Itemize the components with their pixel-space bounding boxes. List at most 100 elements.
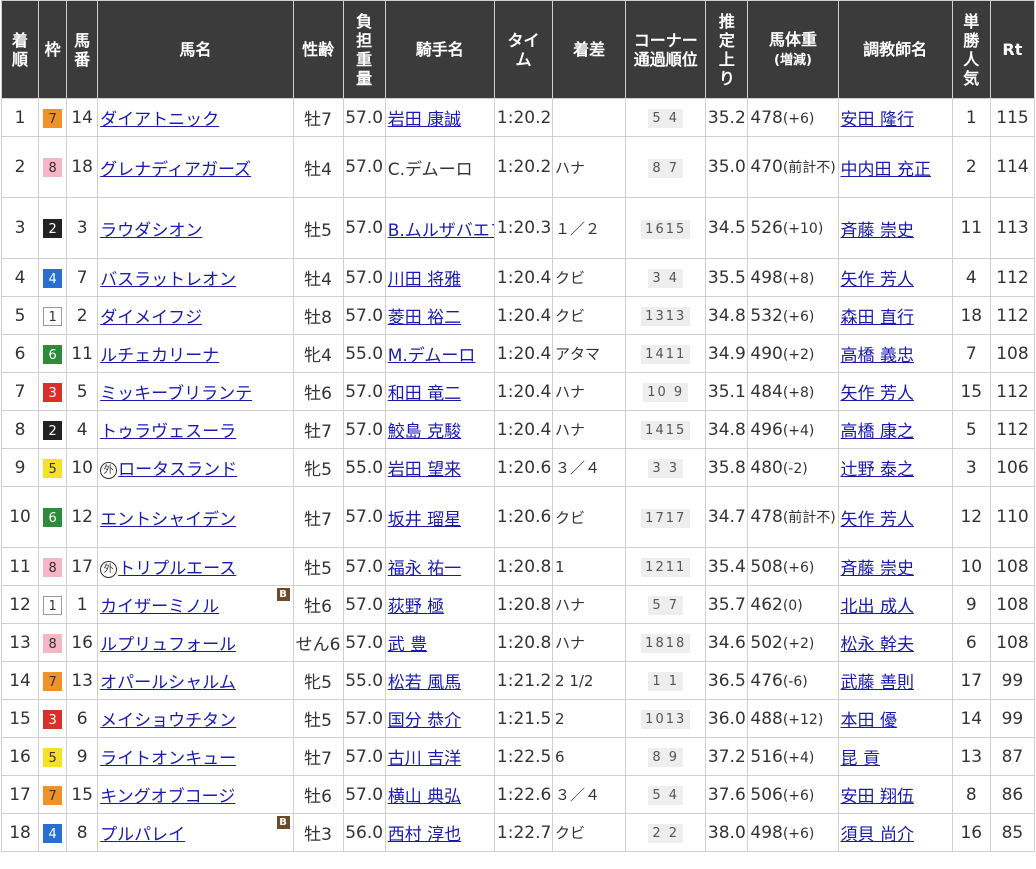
- trainer-link[interactable]: 安田 翔伍: [841, 787, 914, 807]
- rt-cell: 99: [989, 661, 1036, 700]
- horse-name-link[interactable]: キングオブコージ: [100, 787, 235, 807]
- trainer-link[interactable]: 斉藤 崇史: [841, 559, 914, 579]
- horse-name-link[interactable]: ミッキーブリランテ: [100, 384, 252, 404]
- horse-name-link[interactable]: ルチェカリーナ: [100, 346, 219, 366]
- trainer-link[interactable]: 矢作 芳人: [841, 510, 914, 530]
- trainer-link[interactable]: 北出 成人: [841, 597, 914, 617]
- jockey-link[interactable]: 武 豊: [388, 635, 427, 655]
- jockey-link[interactable]: 菱田 裕二: [388, 308, 461, 328]
- trainer-link[interactable]: 高橋 義忠: [841, 346, 914, 366]
- trainer-link[interactable]: 昆 貢: [841, 749, 880, 769]
- bodyweight-cell: 478(前計不): [747, 486, 839, 548]
- horse-name-link[interactable]: ロータスランド: [118, 460, 237, 480]
- last3f-cell: 35.7: [705, 585, 749, 624]
- rt-cell: 108: [989, 623, 1036, 662]
- waku-badge: 3: [43, 382, 63, 402]
- horse-name-link[interactable]: オパールシャルム: [100, 673, 236, 693]
- popularity-cell: 9: [951, 585, 991, 624]
- trainer-link[interactable]: 高橋 康之: [841, 422, 914, 442]
- jockey-link[interactable]: 鮫島 克駿: [388, 422, 461, 442]
- umaban-cell: 10: [66, 448, 99, 487]
- corner-positions: 8 7: [648, 158, 684, 178]
- margin-cell: アタマ: [552, 334, 627, 373]
- horse-name-link[interactable]: ライトオンキュー: [100, 749, 236, 769]
- trainer-link[interactable]: 森田 直行: [841, 308, 914, 328]
- rank-cell: 15: [0, 699, 40, 738]
- horse-name-link[interactable]: トゥラヴェスーラ: [100, 422, 236, 442]
- corner-positions: 8 9: [648, 748, 684, 767]
- margin-cell: 2: [552, 699, 627, 738]
- header-umaban: 馬番: [66, 0, 99, 99]
- trainer-link[interactable]: 武藤 善則: [841, 673, 914, 693]
- waku-badge: 6: [43, 344, 63, 364]
- table-row: 8 2 4 トゥラヴェスーラ 牡7 57.0 鮫島 克駿 1:20.4 ハナ 1…: [0, 410, 1036, 449]
- trainer-link[interactable]: 中内田 充正: [841, 160, 931, 180]
- jockey-link[interactable]: 福永 祐一: [388, 559, 461, 579]
- horse-name-link[interactable]: ダイアトニック: [100, 110, 219, 130]
- jockey-link[interactable]: 荻野 極: [388, 597, 444, 617]
- margin-cell: １／２: [552, 197, 627, 259]
- bodyweight-diff: (-2): [782, 460, 808, 477]
- foreign-horse-icon: 外: [100, 462, 118, 479]
- margin-cell: クビ: [552, 813, 627, 852]
- sexage-cell: 牝5: [292, 661, 344, 700]
- trainer-link[interactable]: 須貝 尚介: [841, 825, 914, 845]
- jockey-link[interactable]: B.ムルザバエフ: [388, 221, 494, 241]
- jockey-link[interactable]: 松若 風馬: [388, 673, 461, 693]
- time-cell: 1:20.4: [493, 334, 554, 373]
- waku-badge: 2: [43, 219, 63, 238]
- trainer-link[interactable]: 矢作 芳人: [841, 270, 914, 290]
- last3f-cell: 34.6: [705, 623, 749, 662]
- popularity-cell: 10: [951, 547, 991, 586]
- trainer-cell: 本田 優: [837, 699, 953, 738]
- jockey-link[interactable]: 岩田 康誠: [388, 110, 461, 130]
- horse-name-link[interactable]: バスラットレオン: [100, 270, 236, 290]
- trainer-link[interactable]: 辻野 泰之: [841, 460, 914, 480]
- bodyweight-cell: 480(-2): [747, 448, 839, 487]
- jockey-link[interactable]: 川田 将雅: [388, 270, 461, 290]
- horse-name-link[interactable]: エントシャイデン: [100, 510, 236, 530]
- horse-name-link[interactable]: トリプルエース: [118, 559, 236, 579]
- jockey-link[interactable]: 和田 竜二: [388, 384, 461, 404]
- trainer-link[interactable]: 矢作 芳人: [841, 384, 914, 404]
- corner-positions: 1013: [641, 710, 691, 729]
- header-name: 馬名: [97, 0, 294, 99]
- sexage-cell: 牡6: [292, 585, 344, 624]
- trainer-link[interactable]: 安田 隆行: [841, 110, 914, 130]
- jockey-link[interactable]: 岩田 望来: [388, 460, 461, 480]
- jockey-link[interactable]: 坂井 瑠星: [388, 510, 461, 530]
- horse-name-link[interactable]: ルプリュフォール: [100, 635, 236, 655]
- horse-name-link[interactable]: グレナディアガーズ: [100, 160, 251, 180]
- horse-name-link[interactable]: カイザーミノル: [100, 597, 219, 617]
- horse-name-link[interactable]: ダイメイフジ: [100, 308, 202, 328]
- jockey-link[interactable]: 古川 吉洋: [388, 749, 461, 769]
- margin-cell: 2 1/2: [552, 661, 627, 700]
- weight-cell: 57.0: [342, 775, 386, 814]
- umaban-cell: 3: [66, 197, 99, 259]
- bodyweight-diff: (+8): [782, 384, 815, 401]
- rt-cell: 112: [989, 296, 1036, 335]
- bodyweight-cell: 526(+10): [747, 197, 839, 259]
- popularity-cell: 7: [951, 334, 991, 373]
- jockey-cell: 荻野 極: [384, 585, 495, 624]
- jockey-link[interactable]: 横山 典弘: [388, 787, 461, 807]
- corner-cell: 1013: [625, 699, 707, 738]
- horse-name-link[interactable]: ラウダシオン: [100, 221, 202, 241]
- sexage-cell: 牡8: [292, 296, 344, 335]
- jockey-link[interactable]: 西村 淳也: [388, 825, 461, 845]
- bodyweight-diff: (+8): [782, 270, 815, 287]
- trainer-link[interactable]: 斉藤 崇史: [841, 221, 914, 241]
- time-cell: 1:20.3: [493, 197, 554, 259]
- horse-name-link[interactable]: メイショウチタン: [100, 711, 236, 731]
- popularity-cell: 16: [951, 813, 991, 852]
- trainer-link[interactable]: 松永 幹夫: [841, 635, 914, 655]
- umaban-cell: 2: [66, 296, 99, 335]
- horse-name-link[interactable]: プルパレイ: [100, 825, 185, 845]
- table-row: 11 8 17 外トリプルエース 牡5 57.0 福永 祐一 1:20.8 1 …: [0, 547, 1036, 586]
- jockey-link[interactable]: M.デムーロ: [388, 346, 476, 366]
- bodyweight-cell: 508(+6): [747, 547, 839, 586]
- header-corner: コーナー 通過順位: [625, 0, 707, 99]
- trainer-link[interactable]: 本田 優: [841, 711, 897, 731]
- bodyweight-value: 506: [750, 784, 783, 805]
- jockey-link[interactable]: 国分 恭介: [388, 711, 461, 731]
